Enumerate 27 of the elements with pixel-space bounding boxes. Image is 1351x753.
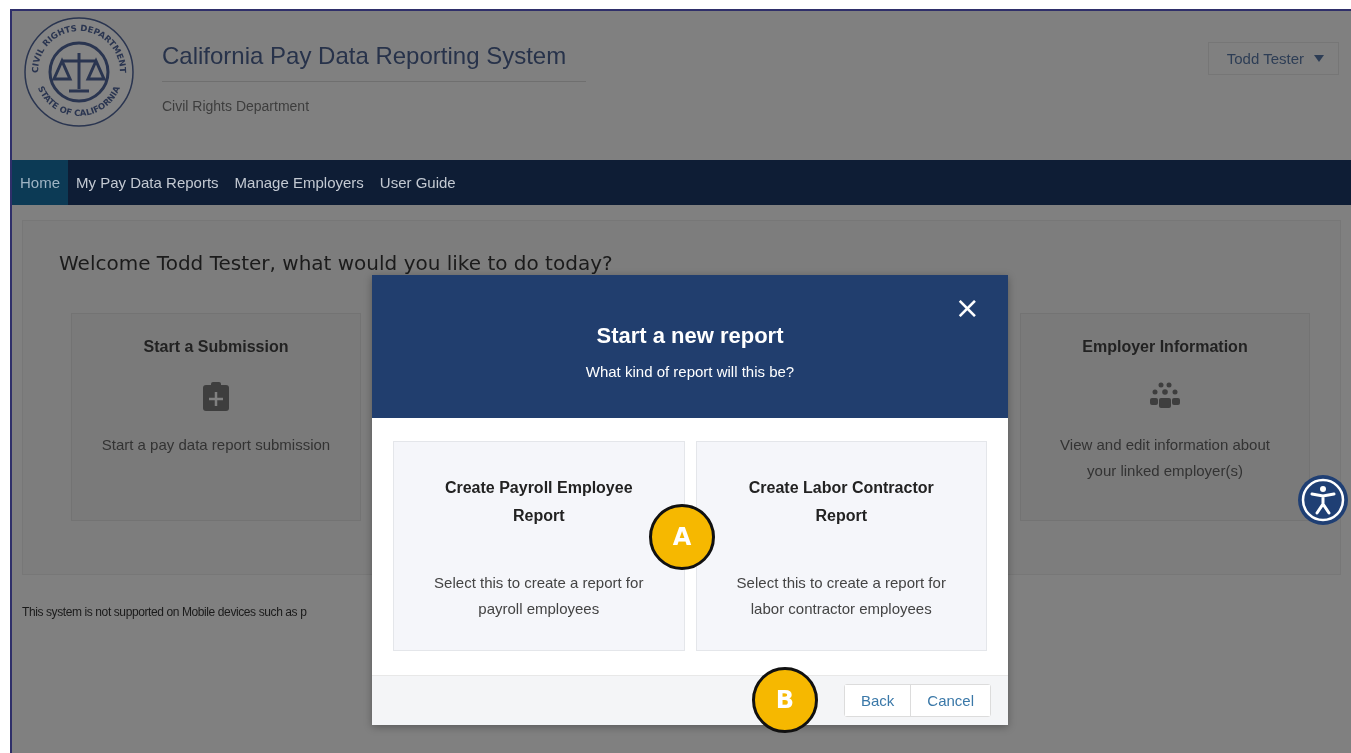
card-description: View and edit information about your linked employer(s) [1059, 435, 1271, 481]
close-button[interactable]: × [950, 293, 984, 323]
app-title: California Pay Data Reporting System [162, 41, 567, 71]
modal-title: Start a new report [596, 323, 784, 349]
card-title: Start a Submission [143, 338, 289, 356]
caret-icon [1314, 55, 1324, 62]
nav-tab[interactable]: Home [12, 160, 68, 205]
card-title: Employer Information [1082, 338, 1248, 356]
option-title: Create Payroll Employee Report [443, 478, 634, 526]
option-title: Create Labor Contractor Report [747, 478, 935, 526]
mobile-notice: This system is not supported on Mobile devices such as p [22, 605, 307, 619]
nav-tab[interactable]: User Guide [371, 160, 464, 205]
clipboard-plus-icon [200, 380, 232, 412]
option-description: Select this to create a report for labor contractor employees [735, 573, 947, 619]
report-option-card[interactable]: Create Labor Contractor Report Select this to create a report for labor contractor employees [695, 441, 987, 651]
people-group-icon [1147, 382, 1183, 410]
welcome-heading: Welcome Todd Tester, what would you like to do today? [59, 251, 614, 275]
footer-button[interactable]: Cancel [910, 685, 990, 716]
action-card[interactable]: Employer Information View and edit information about your linked employer(s) [1020, 313, 1310, 521]
option-description: Select this to create a report for payroll employees [433, 573, 645, 619]
card-description: Start a pay data report submission [101, 435, 331, 455]
department-name: Civil Rights Department [162, 98, 311, 114]
nav-tab[interactable]: Manage Employers [226, 160, 372, 205]
modal-subtitle: What kind of report will this be? [585, 363, 795, 380]
accessibility-icon[interactable] [1297, 474, 1349, 526]
nav-tab[interactable]: My Pay Data Reports [68, 160, 227, 205]
action-card[interactable]: Start a Submission Start a pay data report submission [71, 313, 361, 521]
